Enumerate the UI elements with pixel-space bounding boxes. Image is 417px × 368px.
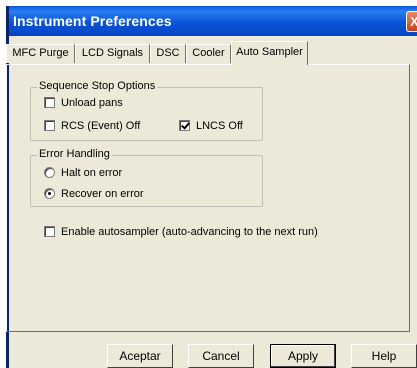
unload-pans-label: Unload pans [61, 97, 123, 109]
radio-circle-selected[interactable] [44, 188, 55, 199]
apply-button[interactable]: Apply [270, 344, 336, 368]
cancel-button[interactable]: Cancel [188, 344, 254, 368]
checkbox-box[interactable] [44, 226, 55, 237]
tab-dsc[interactable]: DSC [150, 44, 186, 63]
radio-circle[interactable] [44, 167, 55, 178]
tab-mfc-purge[interactable]: MFC Purge [6, 44, 75, 63]
checkbox-box[interactable] [44, 120, 55, 131]
sequence-stop-legend: Sequence Stop Options [37, 80, 158, 92]
error-handling-legend: Error Handling [37, 148, 112, 160]
tab-cooler[interactable]: Cooler [186, 44, 231, 63]
tab-auto-sampler[interactable]: Auto Sampler [231, 41, 308, 65]
halt-on-error-label: Halt on error [61, 167, 123, 179]
aceptar-button[interactable]: Aceptar [107, 344, 173, 368]
close-icon[interactable]: X [406, 11, 417, 32]
rcs-event-off-label: RCS (Event) Off [61, 120, 141, 132]
enable-autosampler-label: Enable autosampler (auto-advancing to th… [61, 226, 318, 238]
window-title: Instrument Preferences [13, 13, 172, 29]
tab-lcd-signals[interactable]: LCD Signals [75, 44, 150, 63]
checkbox-box[interactable] [44, 97, 55, 108]
checkbox-box-checked[interactable] [179, 120, 190, 131]
lncs-off-label: LNCS Off [196, 120, 243, 132]
title-bar[interactable]: Instrument Preferences X [9, 6, 417, 36]
help-button[interactable]: Help [351, 344, 417, 368]
recover-on-error-label: Recover on error [61, 188, 144, 200]
